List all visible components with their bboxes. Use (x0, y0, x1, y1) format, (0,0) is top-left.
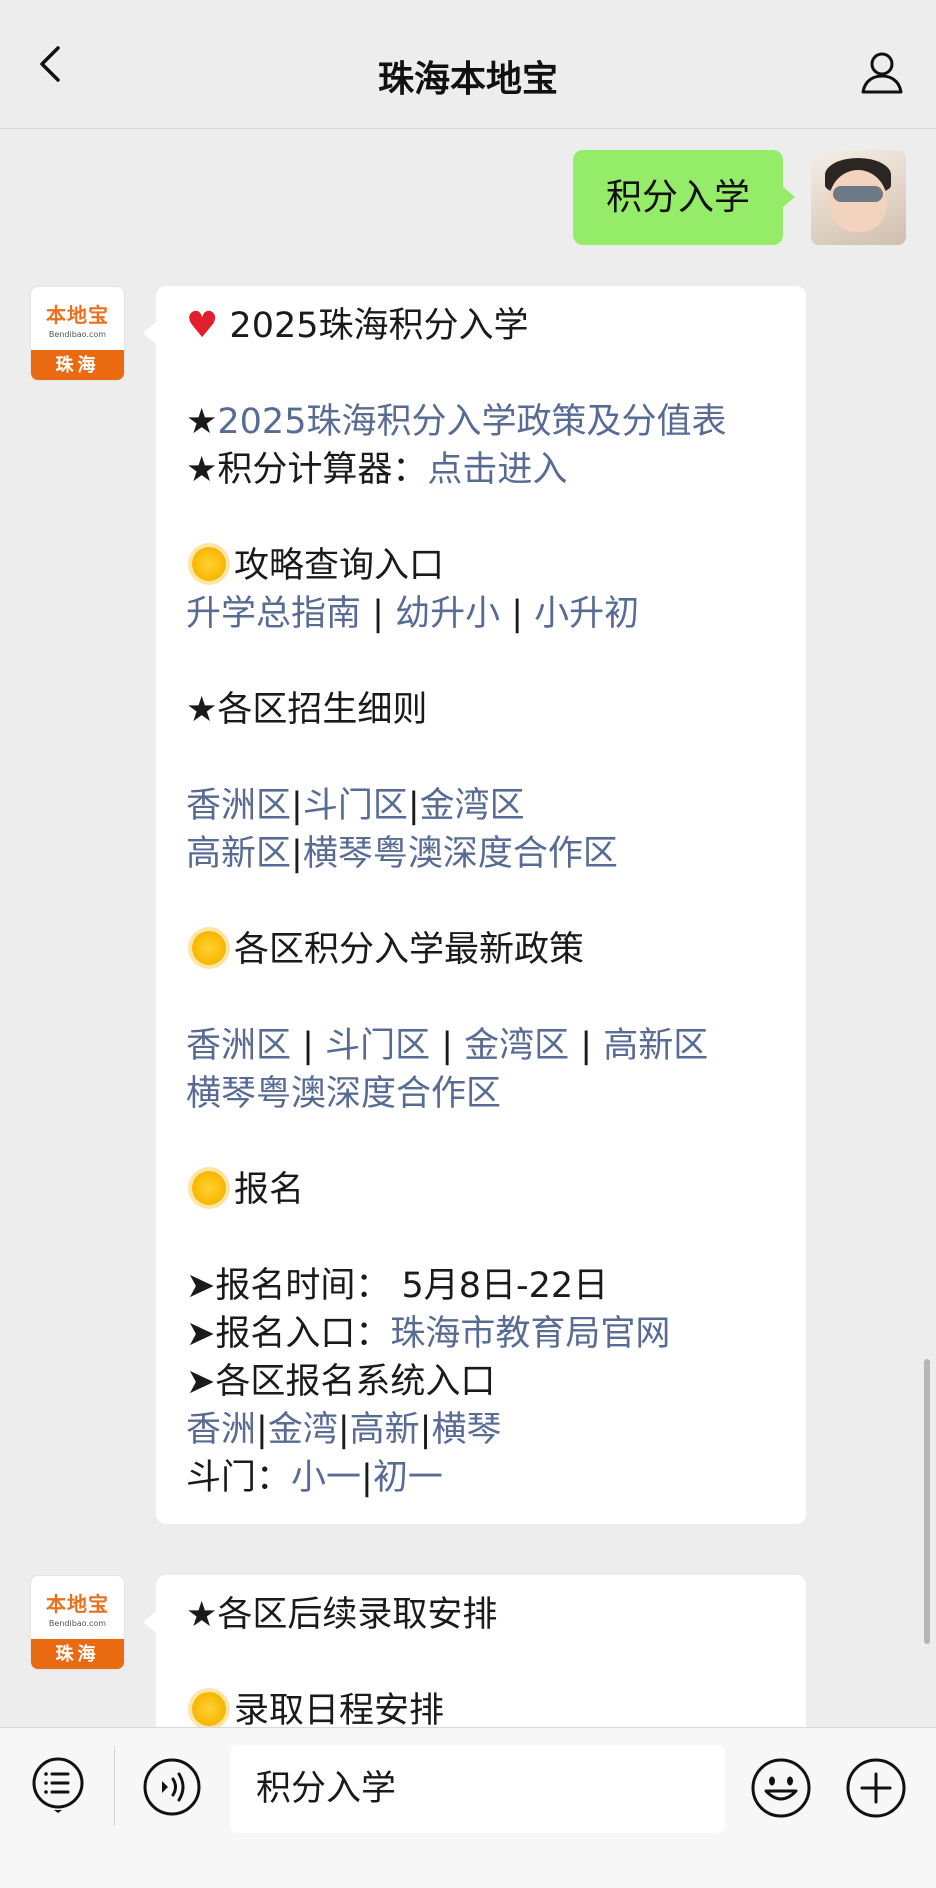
latest-policy-heading: 各区积分入学最新政策 (234, 930, 585, 970)
chat-title: 珠海本地宝 (377, 59, 558, 100)
separator: | (361, 594, 396, 634)
admission-arrangement-heading: ★各区后续录取安排 (186, 1595, 498, 1635)
calculator-link[interactable]: 点击进入 (427, 450, 567, 490)
separator: | (407, 786, 420, 826)
xiangzhou-system-link[interactable]: 香洲 (186, 1410, 256, 1450)
doumen-junior1-link[interactable]: 初一 (373, 1458, 443, 1498)
toolbar-divider (114, 1746, 115, 1826)
separator: | (361, 1458, 373, 1498)
plus-icon[interactable] (845, 1757, 907, 1819)
account-message-row-2: 本地宝 Bendibao.com 珠海 ★各区后续录取安排 录取日程安排 (30, 1575, 806, 1727)
user-message-bubble[interactable]: 积分入学 (572, 150, 796, 245)
message-input[interactable]: 积分入学 (230, 1745, 725, 1833)
profile-icon[interactable] (858, 48, 906, 96)
education-bureau-link[interactable]: 珠海市教育局官网 (390, 1314, 670, 1354)
message-heading: 2025珠海积分入学 (229, 306, 529, 346)
separator: | (500, 594, 535, 634)
bottom-toolbar: 积分入学 (0, 1727, 936, 1888)
user-avatar[interactable] (811, 150, 906, 245)
jinwan-system-link[interactable]: 金湾 (268, 1410, 338, 1450)
jinwan-rules-link[interactable]: 金湾区 (420, 786, 525, 826)
policy-table-link[interactable]: 2025珠海积分入学政策及分值表 (217, 402, 726, 442)
user-message-row: 积分入学 (572, 150, 906, 245)
voice-icon[interactable] (142, 1757, 202, 1817)
logo-domain: Bendibao.com (48, 329, 107, 339)
district-rules-heading: ★各区招生细则 (186, 690, 428, 730)
separator: | (256, 1410, 268, 1450)
hengqin-rules-link[interactable]: 横琴粤澳深度合作区 (303, 834, 618, 874)
logo-brand: 本地宝 (46, 302, 109, 327)
xiangzhou-policy-link[interactable]: 香洲区 (186, 1026, 291, 1066)
registration-time: ➤报名时间： 5月8日-22日 (186, 1266, 609, 1306)
registration-heading: 报名 (234, 1170, 305, 1210)
admission-schedule-heading: 录取日程安排 (234, 1691, 445, 1727)
logo-city: 珠海 (31, 1639, 124, 1669)
hengqin-policy-link[interactable]: 横琴粤澳深度合作区 (186, 1074, 501, 1114)
registration-entry-label: ➤报名入口： (186, 1314, 391, 1354)
emoji-icon[interactable] (750, 1757, 812, 1819)
doumen-label: 斗门： (186, 1458, 292, 1498)
kindergarten-to-primary-link[interactable]: 幼升小 (395, 594, 500, 634)
account-message-bubble-2: ★各区后续录取安排 录取日程安排 (143, 1575, 806, 1727)
gaoxin-rules-link[interactable]: 高新区 (186, 834, 291, 874)
logo-domain: Bendibao.com (48, 1618, 107, 1628)
hengqin-system-link[interactable]: 横琴 (431, 1410, 501, 1450)
xiangzhou-rules-link[interactable]: 香洲区 (186, 786, 291, 826)
district-system-heading: ➤各区报名系统入口 (186, 1362, 496, 1402)
account-message-bubble: ♥ 2025珠海积分入学 ★2025珠海积分入学政策及分值表 ★积分计算器：点击… (143, 286, 806, 1524)
gaoxin-system-link[interactable]: 高新 (350, 1410, 420, 1450)
logo-city: 珠海 (31, 350, 124, 380)
star-bullet: ★ (186, 402, 218, 442)
separator: | (337, 1410, 350, 1450)
separator: | (291, 834, 303, 874)
account-avatar[interactable]: 本地宝 Bendibao.com 珠海 (30, 286, 125, 381)
top-bar: 珠海本地宝 (0, 0, 936, 129)
scrollbar[interactable] (924, 1359, 930, 1644)
primary-to-middle-link[interactable]: 小升初 (534, 594, 639, 634)
separator: | (291, 1026, 326, 1066)
admission-guide-link[interactable]: 升学总指南 (186, 594, 361, 634)
doumen-grade1-link[interactable]: 小一 (291, 1458, 361, 1498)
menu-icon[interactable] (30, 1757, 86, 1813)
separator: | (569, 1026, 604, 1066)
separator: | (291, 786, 303, 826)
separator: | (419, 1410, 432, 1450)
sun-icon (192, 1692, 226, 1726)
sun-icon (192, 547, 226, 581)
doumen-rules-link[interactable]: 斗门区 (303, 786, 408, 826)
chat-area[interactable]: 积分入学 本地宝 Bendibao.com 珠海 ♥ 2025珠海积分入学 ★20… (0, 129, 936, 1727)
jinwan-policy-link[interactable]: 金湾区 (464, 1026, 569, 1066)
gaoxin-policy-link[interactable]: 高新区 (603, 1026, 708, 1066)
sun-icon (192, 1171, 226, 1205)
doumen-policy-link[interactable]: 斗门区 (325, 1026, 430, 1066)
sun-icon (192, 931, 226, 965)
guide-heading: 攻略查询入口 (234, 546, 445, 586)
account-message-row: 本地宝 Bendibao.com 珠海 ♥ 2025珠海积分入学 ★2025珠海积… (30, 286, 806, 1524)
heart-icon: ♥ (186, 305, 219, 346)
separator: | (430, 1026, 465, 1066)
calculator-label: ★积分计算器： (186, 450, 428, 490)
account-avatar[interactable]: 本地宝 Bendibao.com 珠海 (30, 1575, 125, 1670)
logo-brand: 本地宝 (46, 1591, 109, 1616)
